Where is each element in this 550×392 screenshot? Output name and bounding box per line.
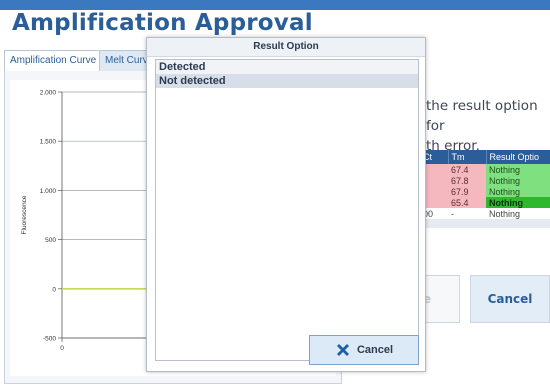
instruction-line-1: the result option for [426,98,538,134]
cell-tm: 67.9 [448,186,486,197]
cell-result-option[interactable]: Nothing [486,208,550,219]
dialog-cancel-label: Cancel [356,344,394,356]
cell-empty [448,219,486,228]
cell-tm: - [448,208,486,219]
tab-amplification-curve[interactable]: Amplification Curve [4,50,103,71]
result-option-dialog: Result Option Detected Not detected Canc… [146,37,426,372]
option-detected[interactable]: Detected [156,60,418,74]
table-row[interactable]: 67.4 Nothing [420,164,550,175]
table-row[interactable]: 67.8 Nothing [420,175,550,186]
y-tick-label: 1.500 [40,139,57,146]
y-tick-label: 0 [52,286,56,293]
top-bar [0,0,550,10]
cancel-button[interactable]: Cancel [470,275,550,323]
dialog-title: Result Option [147,38,425,57]
results-table: Ct Tm Result Optio 67.4 Nothing 67.8 Not… [420,150,550,228]
cell-result-option[interactable]: Nothing [486,197,550,208]
y-tick-label: 500 [45,237,56,244]
column-header-result-option[interactable]: Result Optio [486,150,550,164]
table-row-empty [420,219,550,228]
y-axis-label: Fluorescence [21,195,28,234]
y-tick-label: 2.000 [40,90,57,97]
column-header-tm[interactable]: Tm [448,150,487,164]
cell-result-option[interactable]: Nothing [486,164,550,175]
dialog-cancel-button[interactable]: Cancel [309,335,419,365]
table-row[interactable]: 67.9 Nothing [420,186,550,197]
table-header-row: Ct Tm Result Optio [420,150,550,164]
save-button[interactable]: e [420,275,460,323]
table-row-selected[interactable]: 65.4 Nothing [420,197,550,208]
x-tick-label: 0 [60,345,64,352]
x-icon [336,344,349,356]
cell-empty [486,219,550,228]
result-option-list[interactable]: Detected Not detected [155,59,419,361]
cell-tm: 65.4 [448,197,486,208]
instruction-text: the result option for th error. [426,96,550,156]
cell-result-option[interactable]: Nothing [486,186,550,197]
y-tick-label: -500 [43,336,56,343]
cell-tm: 67.4 [448,164,486,175]
cell-result-option[interactable]: Nothing [486,175,550,186]
option-not-detected[interactable]: Not detected [156,74,418,88]
y-tick-label: 1.000 [40,188,57,195]
table-row[interactable]: 00 - Nothing [420,208,550,219]
cell-tm: 67.8 [448,175,486,186]
page-title: Amplification Approval [12,10,313,36]
